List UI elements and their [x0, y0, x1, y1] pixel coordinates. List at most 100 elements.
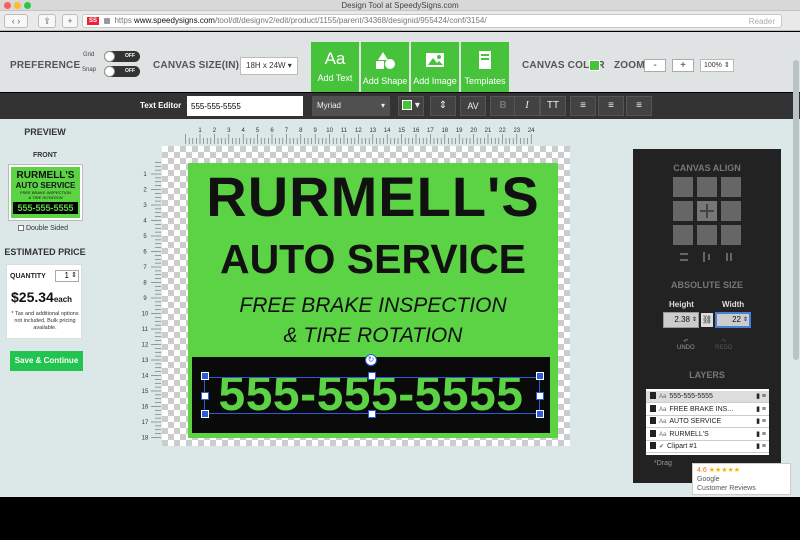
resize-handle-sw[interactable] [201, 410, 209, 418]
sign-line-tire-rotation[interactable]: & TIRE ROTATION [188, 323, 558, 349]
letter-spacing-icon: AV [467, 101, 479, 111]
back-forward-button[interactable]: ‹ › [4, 14, 28, 28]
minimize-window-icon[interactable] [14, 2, 21, 9]
grid-label: Grid [83, 52, 95, 58]
grid-toggle[interactable]: OFF [104, 51, 140, 62]
ruler-top-label: 1 [198, 128, 202, 134]
distribute-icons[interactable] [678, 251, 738, 263]
caps-button[interactable]: TT [540, 96, 566, 116]
text-editor-input[interactable] [187, 96, 303, 116]
undo-button[interactable]: ↶ UNDO [677, 338, 695, 351]
canvas-color-swatch[interactable] [589, 60, 600, 71]
width-input[interactable]: 22 ⇕ [715, 312, 751, 328]
sign-line-business-name[interactable]: RURMELL'S [188, 165, 558, 229]
layer-item[interactable]: Aa RURMELL'S ▮ ≡ [646, 429, 769, 441]
height-input[interactable]: 2.38 ⇕ [663, 312, 699, 328]
front-preview-thumbnail[interactable]: RURMELL'S AUTO SERVICE FREE BRAKE INSPEC… [8, 164, 83, 221]
trash-icon[interactable] [650, 392, 656, 399]
ruler-top-label: 22 [499, 128, 506, 134]
bottom-area [0, 497, 800, 540]
close-window-icon[interactable] [4, 2, 11, 9]
align-left-button[interactable]: ≡ [570, 96, 596, 116]
add-text-button[interactable]: Aa Add Text [311, 42, 359, 92]
text-layer-icon: Aa [659, 406, 667, 413]
bold-button[interactable]: B [490, 96, 516, 116]
align-center-icon: ≡ [608, 100, 614, 111]
drag-handle-icon[interactable]: ▮ ≡ [756, 441, 766, 452]
templates-button[interactable]: Templates [461, 42, 509, 92]
sign-line-auto-service[interactable]: AUTO SERVICE [188, 235, 558, 283]
layers-label: LAYERS [689, 370, 725, 380]
share-button[interactable]: ⇪ [38, 14, 56, 28]
snap-label: Snap [82, 67, 97, 73]
redo-button[interactable]: ↷ REDO [715, 338, 732, 351]
layer-label: 555-555-5555 [669, 393, 713, 400]
ruler-left: 123456789101112131415161718 [142, 162, 161, 442]
url-bar[interactable]: SS https www.speedysigns.com/tool/dt/des… [82, 14, 782, 28]
resize-handle-e[interactable] [536, 392, 544, 400]
trash-icon[interactable] [650, 417, 656, 424]
italic-button[interactable]: I [514, 96, 540, 116]
ruler-left-label: 15 [142, 389, 149, 395]
text-color-button[interactable]: ▾ [398, 96, 424, 116]
font-select[interactable]: Myriad ▾ [312, 96, 390, 116]
line-height-button[interactable]: ⇕ [430, 96, 456, 116]
google-reviews-badge[interactable]: 4.6 ★★★★★ Google Customer Reviews [692, 463, 791, 495]
new-tab-button[interactable]: + [62, 14, 78, 28]
templates-icon [479, 51, 491, 69]
align-right-button[interactable]: ≡ [626, 96, 652, 116]
double-sided-option[interactable]: Double Sided [18, 225, 68, 232]
layer-label: AUTO SERVICE [669, 418, 722, 425]
tax-note: * Tax and additional options not include… [11, 311, 79, 331]
layer-item[interactable]: Aa 555-555-5555 ▮ ≡ [646, 391, 769, 403]
double-sided-checkbox[interactable] [18, 225, 24, 231]
ruler-top: 1 2 3 4 5 6 7 8 9 10 11 12 13 14 15 16 17 18 19 20 21 22 23 24 [185, 128, 535, 144]
ruler-top-label: 21 [485, 128, 492, 134]
snap-toggle[interactable]: OFF [104, 66, 140, 77]
resize-handle-n[interactable] [368, 372, 376, 380]
reader-button[interactable]: Reader [749, 16, 775, 27]
resize-handle-nw[interactable] [201, 372, 209, 380]
ruler-top-label: 20 [470, 128, 477, 134]
trash-icon[interactable] [650, 429, 656, 437]
drag-handle-icon[interactable]: ▮ ≡ [756, 391, 766, 402]
drag-handle-icon[interactable]: ▮ ≡ [756, 429, 766, 440]
canvas-size-select[interactable]: 18H x 24W ▾ [240, 57, 298, 75]
ruler-top-label: 14 [384, 128, 391, 134]
trash-icon[interactable] [650, 442, 656, 449]
resize-handle-s[interactable] [368, 410, 376, 418]
maximize-window-icon[interactable] [24, 2, 31, 9]
save-continue-button[interactable]: Save & Continue [10, 351, 83, 371]
canvas-align-pad[interactable] [673, 177, 741, 245]
zoom-select[interactable]: 100% ⇕ [700, 59, 734, 72]
trash-icon[interactable] [650, 404, 656, 412]
quantity-label: QUANTITY [10, 273, 46, 280]
zoom-out-button[interactable]: - [644, 59, 666, 72]
height-label: Height [669, 300, 694, 309]
layer-item[interactable]: Aa FREE BRAKE INS... ▮ ≡ [646, 404, 769, 416]
resize-handle-ne[interactable] [536, 372, 544, 380]
sign-canvas[interactable]: RURMELL'S AUTO SERVICE FREE BRAKE INSPEC… [188, 163, 558, 438]
url-scheme: https [114, 16, 132, 25]
sign-line-free-brake[interactable]: FREE BRAKE INSPECTION [188, 293, 558, 319]
ruler-left-label: 6 [143, 250, 147, 256]
rotate-handle-icon[interactable]: ↻ [365, 354, 377, 366]
page-scrollbar[interactable] [793, 60, 799, 360]
layer-item[interactable]: Aa AUTO SERVICE ▮ ≡ [646, 416, 769, 428]
phone-bar-shape[interactable]: 555-555-5555 [192, 357, 550, 433]
layer-item[interactable]: ✔ Clipart #1 ▮ ≡ [646, 441, 769, 453]
ruler-top-label: 7 [285, 128, 289, 134]
quantity-stepper[interactable]: 1 ⇕ [55, 270, 79, 282]
link-ratio-icon[interactable]: ⛓ [701, 313, 713, 327]
add-shape-button[interactable]: Add Shape [361, 42, 409, 92]
zoom-in-button[interactable]: + [672, 59, 694, 72]
drag-handle-icon[interactable]: ▮ ≡ [756, 404, 766, 415]
align-center-button[interactable]: ≡ [598, 96, 624, 116]
add-image-button[interactable]: Add Image [411, 42, 459, 92]
letter-spacing-button[interactable]: AV [460, 96, 486, 116]
align-left-icon: ≡ [580, 100, 586, 111]
drag-handle-icon[interactable]: ▮ ≡ [756, 416, 766, 427]
resize-handle-se[interactable] [536, 410, 544, 418]
resize-handle-w[interactable] [201, 392, 209, 400]
price-box: QUANTITY 1 ⇕ $25.34each * Tax and additio… [6, 264, 82, 339]
